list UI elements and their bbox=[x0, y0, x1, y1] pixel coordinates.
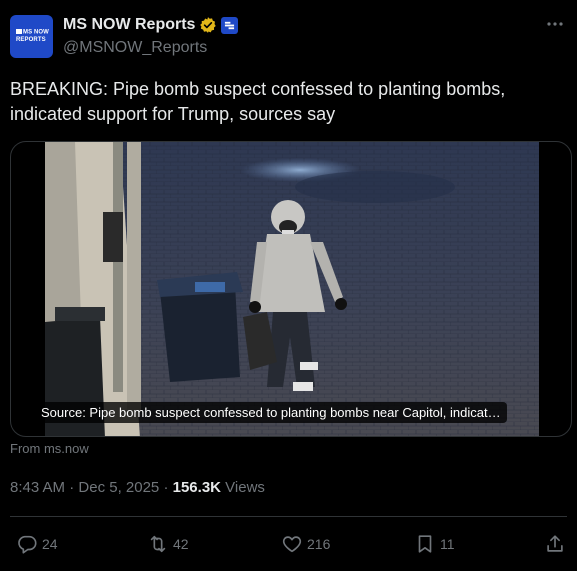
avatar-logo-line1: MS NOW bbox=[16, 29, 53, 37]
views-count: 156.3K bbox=[172, 479, 221, 496]
like-button[interactable]: 216 bbox=[281, 529, 330, 559]
post-time[interactable]: 8:43 AM bbox=[10, 479, 65, 496]
repost-count: 42 bbox=[173, 536, 189, 552]
bookmark-button[interactable]: 11 bbox=[414, 529, 455, 559]
link-card-media[interactable]: Source: Pipe bomb suspect confessed to p… bbox=[10, 141, 572, 437]
heart-icon bbox=[282, 536, 302, 553]
author-name-row: MS NOW Reports bbox=[63, 15, 239, 35]
post-metadata: 8:43 AM · Dec 5, 2025 · 156.3K Views bbox=[10, 479, 265, 496]
media-caption: Source: Pipe bomb suspect confessed to p… bbox=[35, 402, 507, 423]
divider bbox=[10, 516, 567, 517]
link-source[interactable]: From ms.now bbox=[10, 441, 89, 456]
bookmark-count: 11 bbox=[440, 536, 455, 552]
verified-badge-icon[interactable] bbox=[199, 16, 217, 34]
avatar[interactable]: MS NOW REPORTS bbox=[10, 15, 53, 58]
bookmark-icon bbox=[418, 535, 432, 553]
post-date[interactable]: Dec 5, 2025 bbox=[78, 479, 159, 496]
avatar-logo-line2: REPORTS bbox=[16, 36, 46, 43]
repost-arrows-icon bbox=[150, 535, 166, 553]
more-horizontal-icon[interactable] bbox=[545, 14, 565, 34]
reply-count: 24 bbox=[42, 536, 58, 552]
security-camera-image bbox=[45, 142, 539, 436]
share-upload-icon bbox=[547, 535, 563, 552]
affiliate-badge-icon[interactable] bbox=[221, 16, 239, 34]
share-button[interactable] bbox=[544, 529, 566, 559]
views-label: Views bbox=[225, 479, 265, 496]
reply-button[interactable]: 24 bbox=[16, 529, 58, 559]
author-handle[interactable]: @MSNOW_Reports bbox=[63, 39, 207, 57]
meta-separator: · bbox=[163, 479, 169, 496]
speech-bubble-icon bbox=[18, 535, 37, 554]
meta-separator: · bbox=[69, 479, 75, 496]
like-count: 216 bbox=[307, 536, 331, 552]
action-bar: 24 42 216 11 bbox=[0, 529, 577, 559]
repost-button[interactable]: 42 bbox=[147, 529, 189, 559]
post: MS NOW REPORTS MS NOW Reports @MSNOW_Rep… bbox=[0, 0, 577, 571]
post-text: BREAKING: Pipe bomb suspect confessed to… bbox=[10, 79, 506, 124]
display-name[interactable]: MS NOW Reports bbox=[63, 16, 195, 34]
